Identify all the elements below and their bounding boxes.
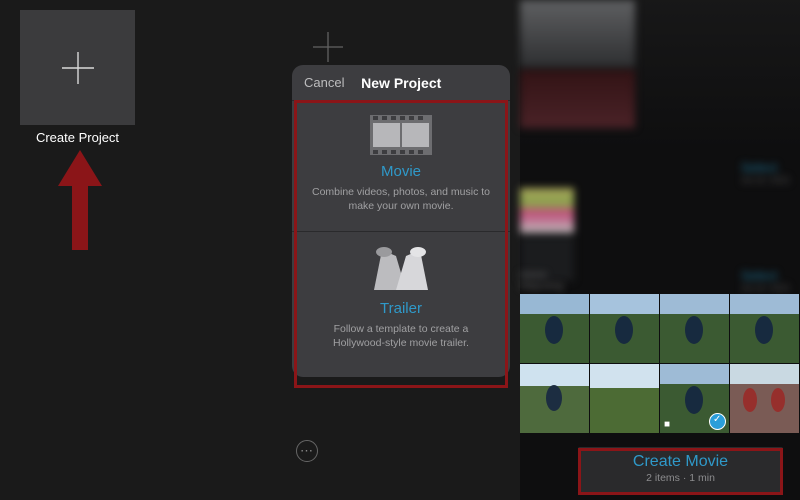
annotation-arrow: [58, 150, 102, 250]
video-icon: ■: [664, 419, 670, 430]
dialog-header: Cancel New Project: [292, 65, 510, 101]
media-thumb[interactable]: [520, 294, 589, 363]
dialog-title: New Project: [304, 75, 498, 91]
new-project-dialog: Cancel New Project Movie C: [292, 65, 510, 377]
media-thumb[interactable]: [730, 294, 799, 363]
create-project-tile[interactable]: [20, 10, 135, 125]
create-movie-title: Create Movie: [578, 453, 783, 471]
media-thumb[interactable]: [660, 294, 729, 363]
select-label-text: Select: [741, 160, 777, 175]
step-panel-create: Create Project: [0, 0, 266, 500]
select-label-text: Select: [741, 268, 777, 283]
movie-option-desc: Combine videos, photos, and music to mak…: [310, 186, 492, 213]
select-date: Jul 10, 2021: [741, 283, 790, 293]
trailer-option-desc: Follow a template to create a Hollywood-…: [310, 323, 492, 350]
checkmark-badge: [709, 413, 726, 430]
movie-option[interactable]: Movie Combine videos, photos, and music …: [292, 101, 510, 232]
create-movie-sub: 2 items · 1 min: [578, 472, 783, 484]
plus-icon: [58, 48, 98, 88]
trailer-option[interactable]: Trailer Follow a template to create a Ho…: [292, 232, 510, 368]
filmstrip-icon: [310, 115, 492, 155]
trailer-option-title: Trailer: [310, 300, 492, 317]
media-thumb[interactable]: [520, 364, 589, 433]
media-thumb[interactable]: [590, 294, 659, 363]
album-label: Home Mapusing: [520, 270, 563, 292]
select-link[interactable]: Select Jul 10, 2021: [741, 160, 790, 185]
create-project-label: Create Project: [20, 130, 135, 145]
select-link[interactable]: Select Jul 10, 2021: [741, 268, 790, 293]
media-thumb[interactable]: [590, 364, 659, 433]
spotlight-icon: [310, 246, 492, 292]
step-panel-newproject: Cancel New Project Movie C: [266, 0, 520, 500]
media-grid: ■: [520, 294, 799, 433]
media-thumb[interactable]: [730, 364, 799, 433]
plus-icon: [311, 30, 345, 69]
more-button[interactable]: ⋯: [296, 440, 318, 462]
media-thumb[interactable]: ■: [660, 364, 729, 433]
create-movie-button[interactable]: Create Movie 2 items · 1 min: [578, 447, 783, 493]
select-date: Jul 10, 2021: [741, 175, 790, 185]
movie-option-title: Movie: [310, 163, 492, 180]
step-panel-mediapicker: Select Jul 10, 2021 Select Jul 10, 2021 …: [520, 0, 800, 500]
